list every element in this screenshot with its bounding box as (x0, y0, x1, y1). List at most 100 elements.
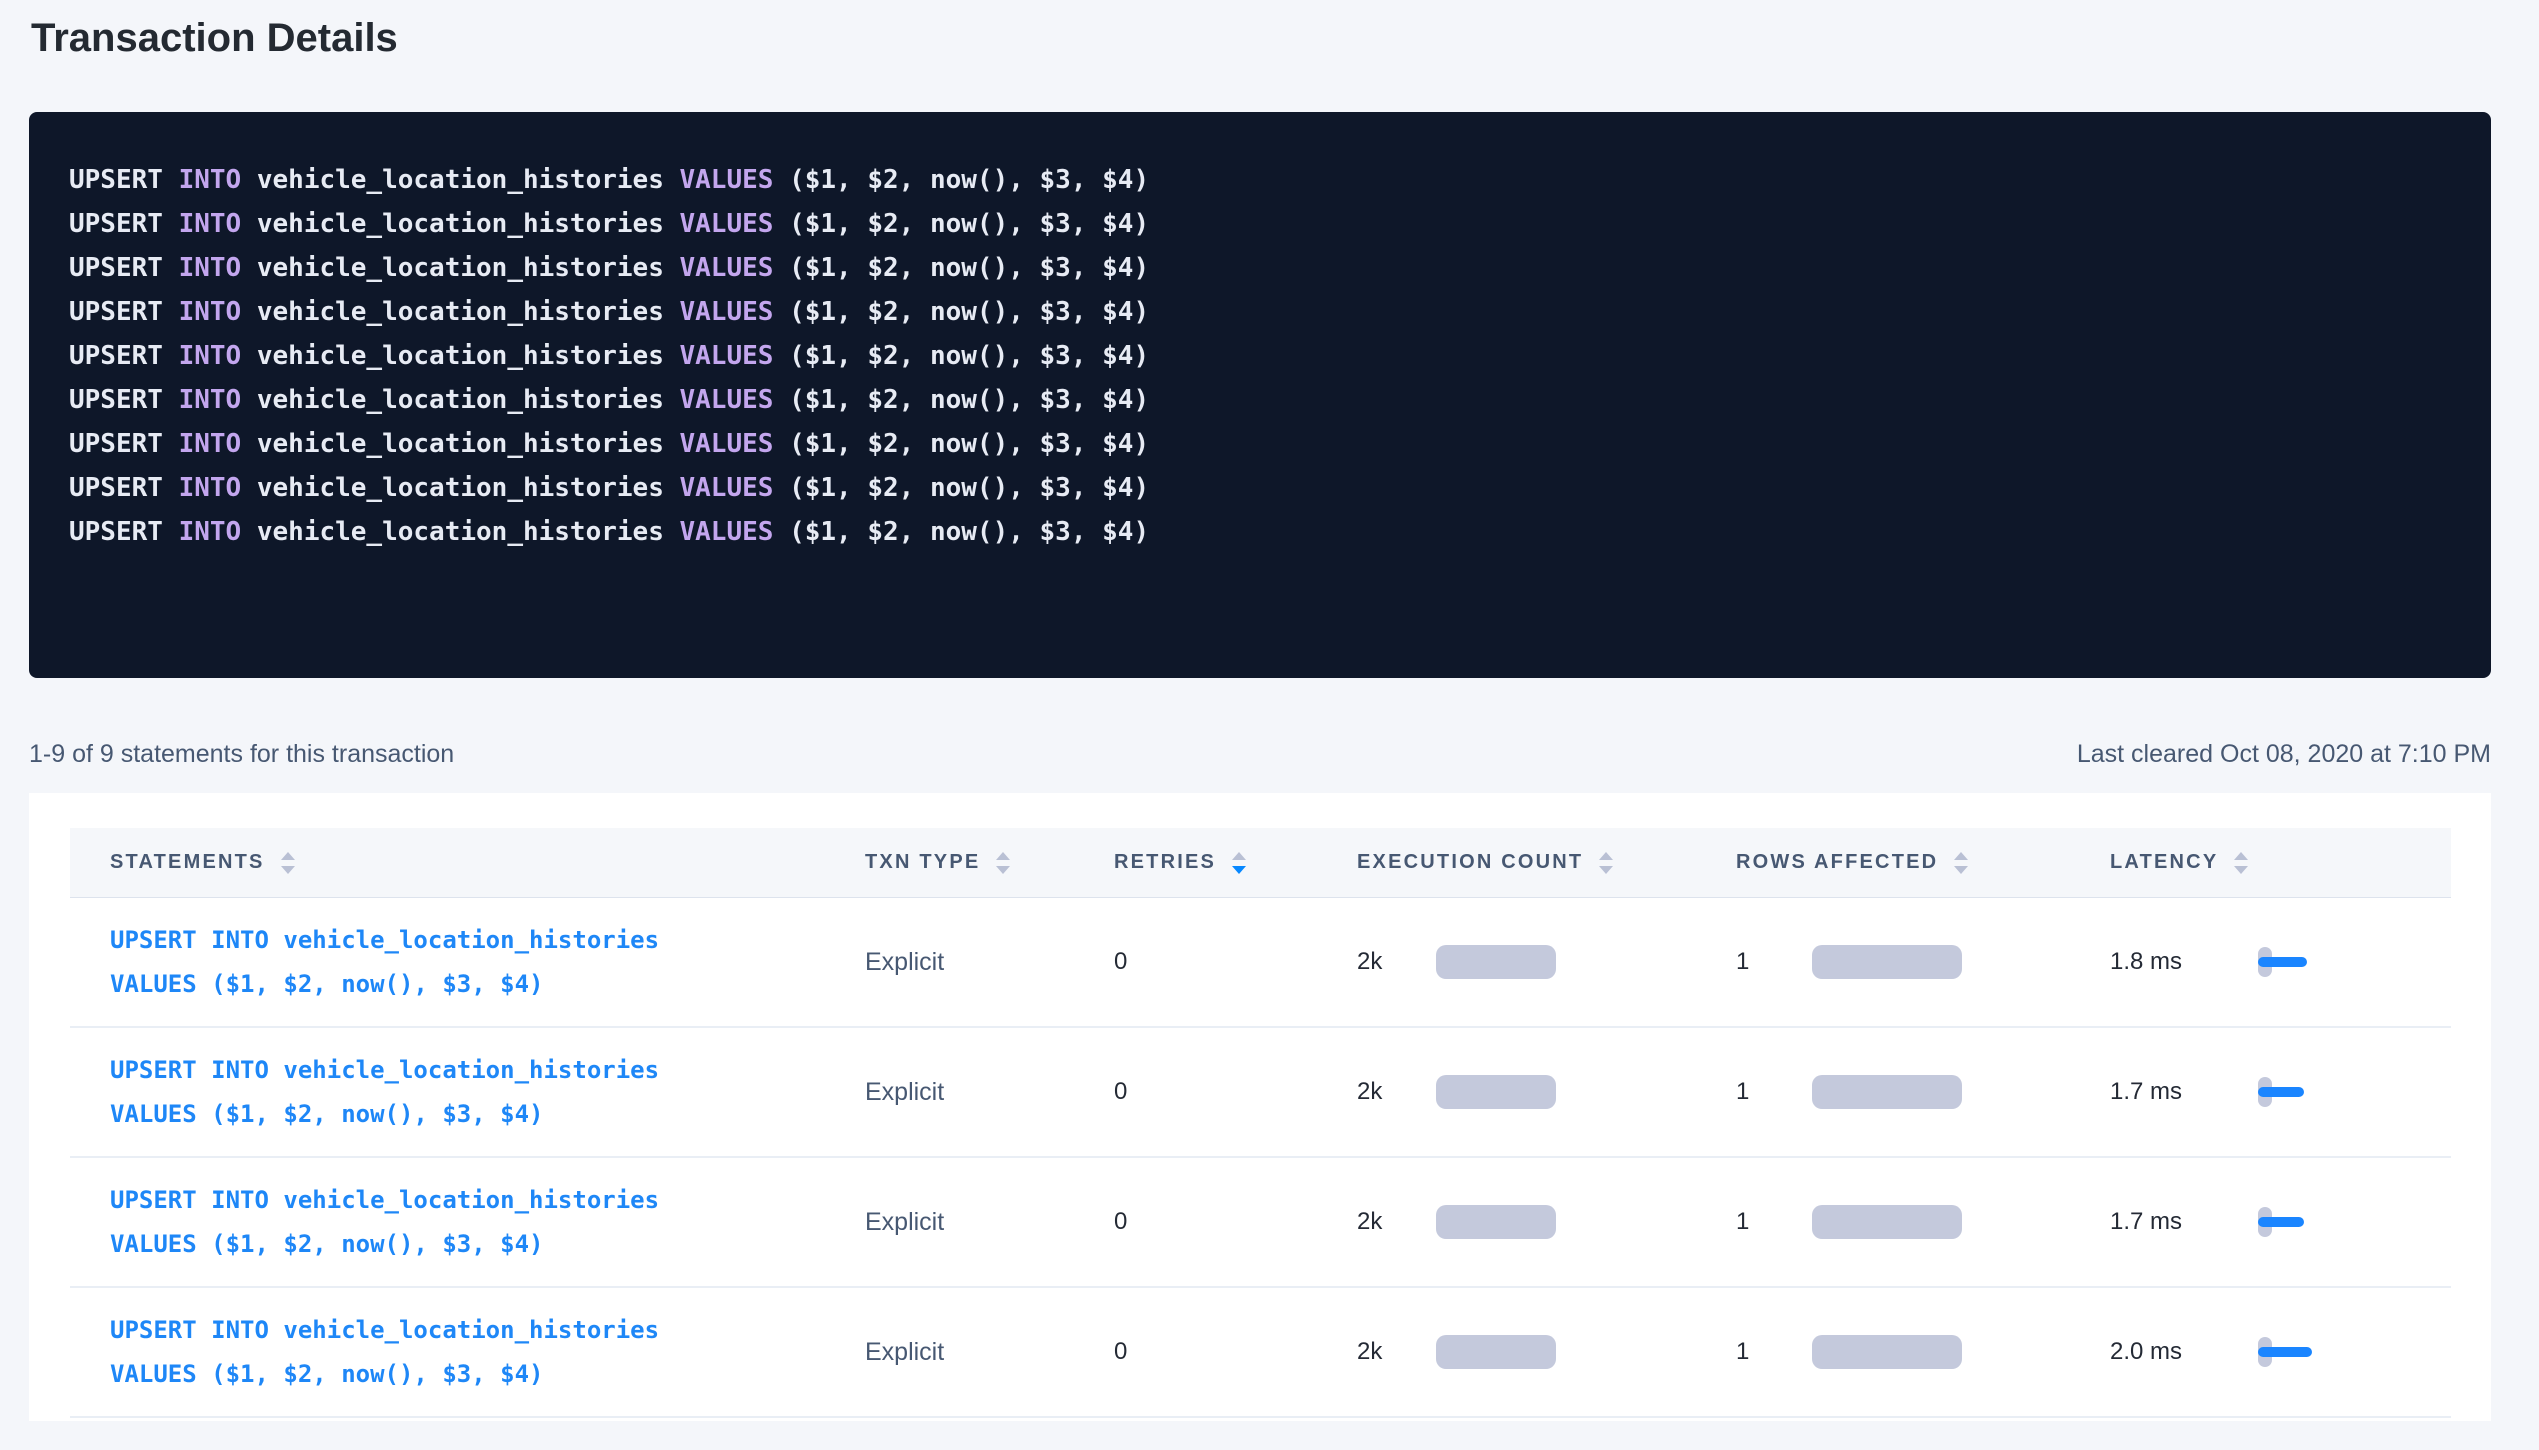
column-label: LATENCY (2110, 851, 2218, 874)
transaction-details-page: Transaction Details UPSERT INTO vehicle_… (0, 0, 2539, 1421)
sort-asc-icon (2234, 852, 2248, 860)
last-cleared-text: Last cleared Oct 08, 2020 at 7:10 PM (2077, 740, 2491, 769)
statement-line-2: VALUES ($1, $2, now(), $3, $4) (110, 962, 865, 1006)
sql-text: vehicle_location_histories (257, 341, 680, 371)
sql-text: UPSERT (69, 429, 179, 459)
execution-count-value: 2k (1357, 948, 1436, 976)
table-row: UPSERT INTO vehicle_location_historiesVA… (70, 1028, 2451, 1158)
execution-count-cell: 2k (1357, 1335, 1736, 1369)
latency-value: 2.0 ms (2110, 1338, 2258, 1366)
latency-bar-chart (2258, 947, 2388, 977)
sql-text: vehicle_location_histories (257, 209, 680, 239)
sort-icons[interactable] (1599, 852, 1613, 874)
sort-icons[interactable] (1954, 852, 1968, 874)
sql-statement-line: UPSERT INTO vehicle_location_histories V… (69, 246, 2451, 290)
sql-text: ($1, $2, now(), $3, $4) (789, 297, 1149, 327)
latency-bar (2258, 957, 2307, 967)
sql-keyword: INTO (179, 429, 257, 459)
column-header-latency[interactable]: LATENCY (2110, 851, 2451, 874)
latency-cell: 1.7 ms (2110, 1207, 2451, 1237)
sql-keyword: INTO (179, 385, 257, 415)
sql-statement-line: UPSERT INTO vehicle_location_histories V… (69, 202, 2451, 246)
execution-count-bar (1436, 945, 1556, 979)
latency-value: 1.7 ms (2110, 1078, 2258, 1106)
column-header-retries[interactable]: RETRIES (1114, 851, 1357, 874)
sql-text: UPSERT (69, 385, 179, 415)
statement-line-1: UPSERT INTO vehicle_location_histories (110, 1048, 865, 1092)
column-header-rows-affected[interactable]: ROWS AFFECTED (1736, 851, 2110, 874)
rows-affected-value: 1 (1736, 1078, 1812, 1106)
sort-desc-icon (281, 866, 295, 874)
sql-text: vehicle_location_histories (257, 517, 680, 547)
latency-bar-chart (2258, 1337, 2388, 1367)
sql-statement-line: UPSERT INTO vehicle_location_histories V… (69, 158, 2451, 202)
sql-keyword: VALUES (680, 209, 790, 239)
sql-text: UPSERT (69, 209, 179, 239)
table-header: STATEMENTSTXN TYPE RETRIESEXECUTION COUNT… (70, 828, 2451, 898)
latency-bar-chart (2258, 1207, 2388, 1237)
column-label: ROWS AFFECTED (1736, 851, 1938, 874)
sql-text: UPSERT (69, 517, 179, 547)
page-title: Transaction Details (31, 10, 2491, 66)
sql-keyword: INTO (179, 165, 257, 195)
execution-count-cell: 2k (1357, 1205, 1736, 1239)
sql-keyword: INTO (179, 517, 257, 547)
sql-keyword: VALUES (680, 297, 790, 327)
execution-count-bar (1436, 1075, 1556, 1109)
statement-line-1: UPSERT INTO vehicle_location_histories (110, 1178, 865, 1222)
sql-text: ($1, $2, now(), $3, $4) (789, 517, 1149, 547)
sql-text: vehicle_location_histories (257, 385, 680, 415)
statement-link[interactable]: UPSERT INTO vehicle_location_historiesVA… (110, 1048, 865, 1136)
statement-link[interactable]: UPSERT INTO vehicle_location_historiesVA… (110, 1308, 865, 1396)
statement-link[interactable]: UPSERT INTO vehicle_location_historiesVA… (110, 918, 865, 1006)
sql-statement-line: UPSERT INTO vehicle_location_histories V… (69, 510, 2451, 554)
sql-box: UPSERT INTO vehicle_location_histories V… (29, 112, 2491, 678)
table-row: UPSERT INTO vehicle_location_historiesVA… (70, 898, 2451, 1028)
sql-text: ($1, $2, now(), $3, $4) (789, 165, 1149, 195)
sort-asc-icon (996, 852, 1010, 860)
column-header-txn-type[interactable]: TXN TYPE (865, 851, 1114, 874)
sql-text: UPSERT (69, 473, 179, 503)
execution-count-bar (1436, 1335, 1556, 1369)
latency-bar-chart (2258, 1077, 2388, 1107)
sql-text: ($1, $2, now(), $3, $4) (789, 209, 1149, 239)
table-body: UPSERT INTO vehicle_location_histories VA… (70, 898, 2451, 1418)
sort-icons[interactable] (996, 852, 1010, 874)
sql-text: vehicle_location_histories (257, 429, 680, 459)
txn-type-value: Explicit (865, 1338, 1114, 1367)
latency-cell: 1.8 ms (2110, 947, 2451, 977)
sort-desc-icon (996, 866, 1010, 874)
rows-affected-bar (1812, 1075, 1962, 1109)
rows-affected-bar (1812, 945, 1962, 979)
column-label: TXN TYPE (865, 851, 980, 874)
retries-value: 0 (1114, 1078, 1357, 1106)
sql-text: ($1, $2, now(), $3, $4) (789, 253, 1149, 283)
sql-statement-line: UPSERT INTO vehicle_location_histories V… (69, 422, 2451, 466)
statements-count-text: 1-9 of 9 statements for this transaction (29, 740, 454, 769)
column-header-execution-count[interactable]: EXECUTION COUNT (1357, 851, 1736, 874)
execution-count-bar (1436, 1205, 1556, 1239)
sql-keyword: INTO (179, 341, 257, 371)
statement-link[interactable]: UPSERT INTO vehicle_location_historiesVA… (110, 1178, 865, 1266)
sort-desc-icon (1232, 866, 1246, 874)
retries-value: 0 (1114, 1338, 1357, 1366)
sql-text: ($1, $2, now(), $3, $4) (789, 429, 1149, 459)
sql-text: vehicle_location_histories (257, 165, 680, 195)
rows-affected-bar (1812, 1335, 1962, 1369)
column-label: EXECUTION COUNT (1357, 851, 1583, 874)
latency-bar (2258, 1347, 2312, 1357)
sort-icons[interactable] (2234, 852, 2248, 874)
latency-cell: 2.0 ms (2110, 1337, 2451, 1367)
execution-count-value: 2k (1357, 1338, 1436, 1366)
sql-keyword: VALUES (680, 473, 790, 503)
sql-text: UPSERT (69, 341, 179, 371)
column-header-statements[interactable]: STATEMENTS (70, 851, 865, 874)
sort-icons[interactable] (1232, 852, 1246, 874)
sql-text: UPSERT (69, 165, 179, 195)
sql-keyword: VALUES (680, 385, 790, 415)
txn-type-value: Explicit (865, 1078, 1114, 1107)
sort-icons[interactable] (281, 852, 295, 874)
sql-statement-line: UPSERT INTO vehicle_location_histories V… (69, 466, 2451, 510)
sql-text: UPSERT (69, 297, 179, 327)
table-row: UPSERT INTO vehicle_location_historiesVA… (70, 1288, 2451, 1418)
